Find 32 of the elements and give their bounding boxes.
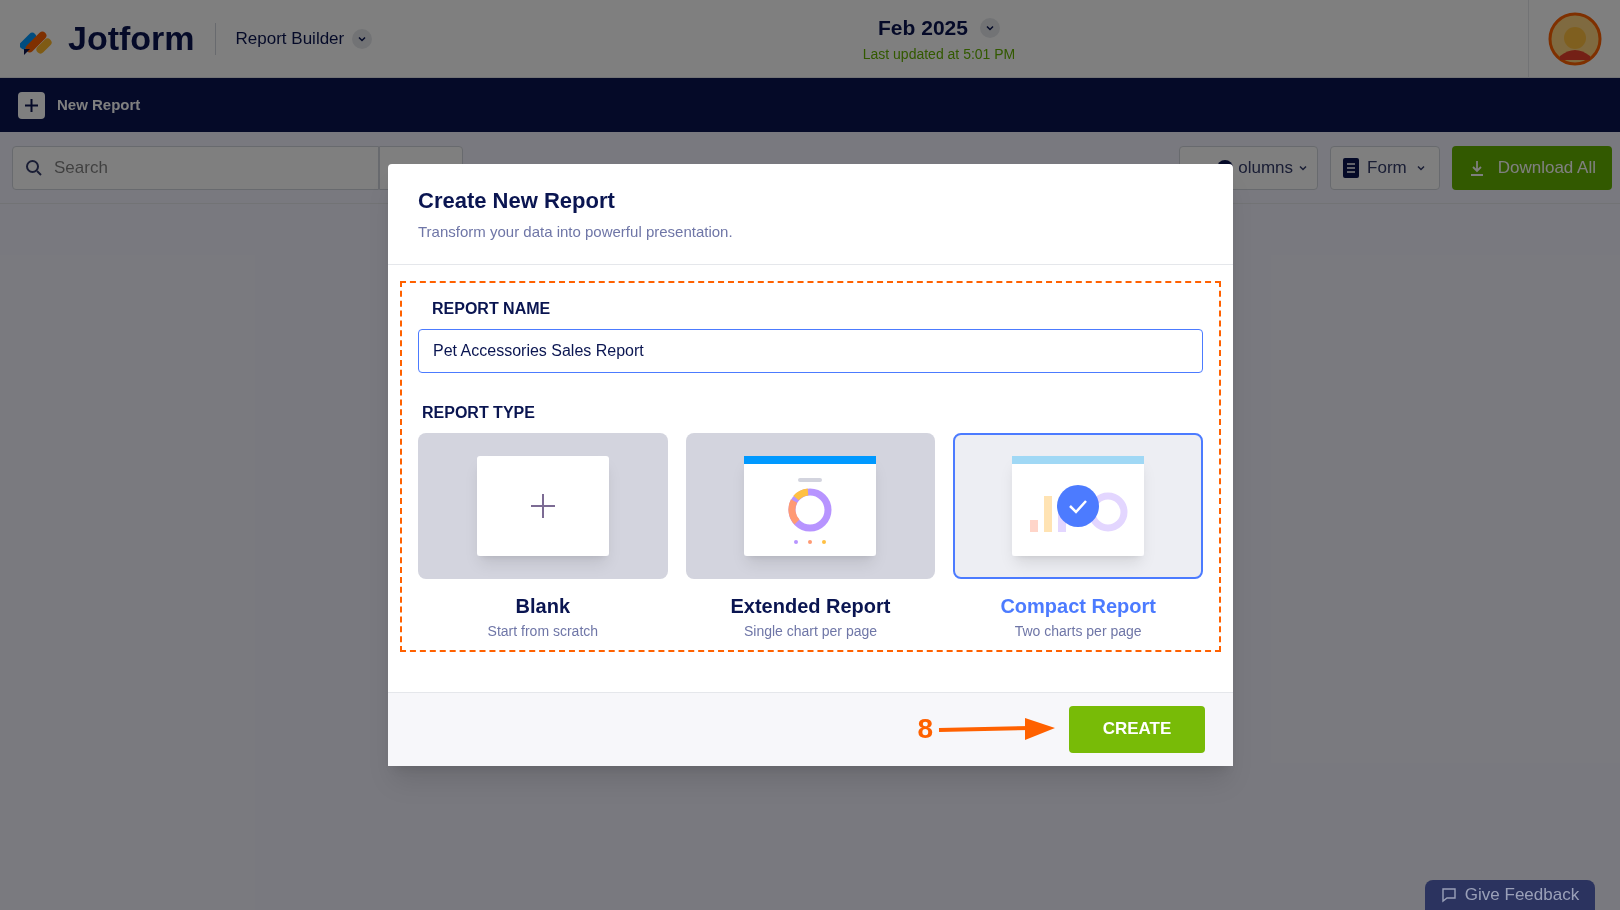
report-type-title: Compact Report bbox=[1000, 593, 1156, 619]
app-menu[interactable]: Report Builder bbox=[235, 25, 373, 52]
last-updated-text: Last updated at 5:01 PM bbox=[862, 44, 1016, 64]
report-name-field[interactable]: Pet Accessories Sales Report bbox=[418, 328, 1203, 373]
check-icon bbox=[1057, 484, 1100, 527]
report-type-description: Two charts per page bbox=[1014, 621, 1142, 641]
chart-bar bbox=[1044, 495, 1053, 532]
chart-bar bbox=[1030, 519, 1039, 532]
field-label: REPORT NAME bbox=[431, 298, 552, 319]
report-type-title: Blank bbox=[515, 593, 571, 619]
report-type-card[interactable] bbox=[418, 432, 668, 579]
brand-name: Jotform bbox=[68, 18, 195, 59]
period-selector[interactable]: Feb 2025 bbox=[878, 12, 1000, 44]
avatar[interactable] bbox=[1547, 11, 1602, 66]
field-label: REPORT TYPE bbox=[421, 402, 536, 423]
report-type-card[interactable] bbox=[685, 432, 936, 579]
form-button[interactable]: Form bbox=[1330, 145, 1440, 190]
document-icon bbox=[1343, 157, 1360, 178]
feedback-icon bbox=[1440, 887, 1457, 903]
arrow-icon bbox=[937, 716, 1057, 742]
report-type-card[interactable] bbox=[953, 432, 1203, 579]
search-icon bbox=[25, 158, 43, 177]
report-type-title: Extended Report bbox=[730, 593, 891, 619]
search-field[interactable]: Search bbox=[12, 145, 379, 190]
new-report-button[interactable]: New Report bbox=[18, 91, 141, 119]
dialog-title: Create New Report bbox=[418, 187, 616, 215]
report-type-description: Single chart per page bbox=[743, 621, 878, 641]
dialog-subtitle: Transform your data into powerful presentation. bbox=[418, 222, 734, 242]
feedback-button[interactable]: Give Feedback bbox=[1425, 880, 1595, 910]
plus-icon bbox=[18, 91, 45, 119]
step-marker: 8 bbox=[917, 712, 933, 746]
report-type-description: Start from scratch bbox=[487, 621, 599, 641]
